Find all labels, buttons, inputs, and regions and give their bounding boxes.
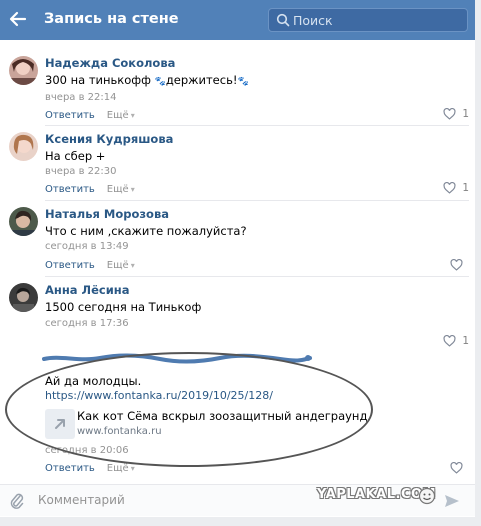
- avatar[interactable]: [9, 283, 38, 312]
- comment-item: Ксения Кудряшова На сбер + вчера в 22:30…: [0, 132, 475, 202]
- like-button[interactable]: 1: [443, 335, 469, 347]
- paw-icon: 🐾: [154, 77, 166, 87]
- comment-actions: Ответить Ещё ▾: [45, 463, 135, 474]
- reply-button[interactable]: Ответить: [45, 463, 95, 474]
- comment-actions: Ответить Ещё ▾: [45, 184, 135, 195]
- like-count: 1: [462, 335, 469, 347]
- reply-button[interactable]: Ответить: [45, 260, 95, 271]
- heart-icon: [443, 108, 456, 120]
- chevron-down-icon: ▾: [130, 464, 135, 473]
- comment-author[interactable]: Наталья Морозова: [45, 207, 169, 221]
- chevron-down-icon: ▾: [130, 185, 135, 194]
- comment-date[interactable]: сегодня в 20:06: [45, 445, 129, 456]
- comment-text: 300 на тинькофф 🐾держитесь!🐾: [45, 73, 249, 87]
- comment-text: Ай да молодцы.: [45, 374, 142, 388]
- send-icon[interactable]: [443, 492, 461, 510]
- comment-text-part: 300 на тинькофф: [45, 73, 155, 87]
- search-icon: [276, 13, 290, 27]
- share-attachment[interactable]: Как кот Сёма вскрыл зоозащитный андеграу…: [45, 405, 368, 445]
- comment-text: 1500 сегодня на Тинькоф: [45, 300, 202, 314]
- share-title: Как кот Сёма вскрыл зоозащитный андеграу…: [77, 409, 368, 423]
- divider: [45, 200, 469, 201]
- share-preview: [45, 409, 75, 439]
- comment-author[interactable]: Ксения Кудряшова: [45, 132, 173, 146]
- heart-icon: [443, 182, 456, 194]
- comment-item: Наталья Морозова Что с ним ,скажите пожа…: [0, 207, 475, 277]
- comment-author[interactable]: Анна Лёсина: [45, 283, 130, 297]
- back-arrow-icon[interactable]: [8, 9, 28, 29]
- divider: [45, 276, 469, 277]
- reply-button[interactable]: Ответить: [45, 110, 95, 121]
- page-title: Запись на стене: [44, 11, 179, 27]
- avatar[interactable]: [9, 207, 38, 236]
- more-label: Ещё: [106, 463, 129, 474]
- more-label: Ещё: [106, 110, 129, 121]
- top-bar: Запись на стене Поиск: [0, 0, 475, 40]
- chevron-down-icon: ▾: [130, 111, 135, 120]
- avatar[interactable]: [9, 56, 38, 85]
- comment-date[interactable]: сегодня в 13:49: [45, 241, 129, 252]
- search-placeholder: Поиск: [293, 13, 333, 28]
- comment-input[interactable]: Комментарий: [38, 493, 125, 507]
- divider: [45, 125, 469, 126]
- paperclip-icon[interactable]: [9, 492, 25, 510]
- comment-text: Что с ним ,скажите пожалуйста?: [45, 224, 247, 238]
- redacted-author-scribble: [42, 353, 312, 364]
- smiley-icon: [418, 487, 436, 505]
- comment-date[interactable]: сегодня в 17:36: [45, 318, 129, 329]
- comment-author[interactable]: Надежда Соколова: [45, 56, 175, 70]
- comment-actions: Ответить Ещё ▾: [45, 260, 135, 271]
- footer-strip: [0, 517, 481, 526]
- heart-icon: [450, 462, 463, 474]
- comment-date[interactable]: вчера в 22:30: [45, 166, 117, 177]
- comment-date[interactable]: вчера в 22:14: [45, 92, 117, 103]
- paw-icon: 🐾: [237, 77, 249, 87]
- avatar[interactable]: [9, 132, 38, 161]
- comment-item: Ай да молодцы. https://www.fontanka.ru/2…: [0, 353, 475, 480]
- like-count: 1: [462, 182, 469, 194]
- more-button[interactable]: Ещё ▾: [107, 260, 135, 271]
- link-arrow-icon: [55, 419, 65, 429]
- comment-item: Надежда Соколова 300 на тинькофф 🐾держит…: [0, 56, 475, 126]
- more-button[interactable]: Ещё ▾: [107, 110, 135, 121]
- comment-actions: Ответить Ещё ▾: [45, 110, 135, 121]
- more-label: Ещё: [106, 184, 129, 195]
- like-button[interactable]: 1: [443, 108, 469, 120]
- chevron-down-icon: ▾: [130, 261, 135, 270]
- comment-text-part: держитесь!: [165, 73, 238, 87]
- scroll-edge: [475, 0, 481, 526]
- comment-item: Анна Лёсина 1500 сегодня на Тинькоф сего…: [0, 283, 475, 353]
- heart-icon: [450, 259, 463, 271]
- share-domain: www.fontanka.ru: [77, 426, 162, 437]
- reply-button[interactable]: Ответить: [45, 184, 95, 195]
- like-button[interactable]: 1: [443, 182, 469, 194]
- comment-text: На сбер +: [45, 149, 106, 163]
- search-input[interactable]: Поиск: [268, 8, 468, 32]
- like-button[interactable]: [450, 462, 469, 474]
- heart-icon: [443, 335, 456, 347]
- more-button[interactable]: Ещё ▾: [107, 463, 135, 474]
- like-count: 1: [462, 108, 469, 120]
- more-button[interactable]: Ещё ▾: [107, 184, 135, 195]
- app-window: Запись на стене Поиск Надежда Соколова 3…: [0, 0, 481, 526]
- like-button[interactable]: [450, 259, 469, 271]
- more-label: Ещё: [106, 260, 129, 271]
- comment-link[interactable]: https://www.fontanka.ru/2019/10/25/128/: [45, 389, 273, 402]
